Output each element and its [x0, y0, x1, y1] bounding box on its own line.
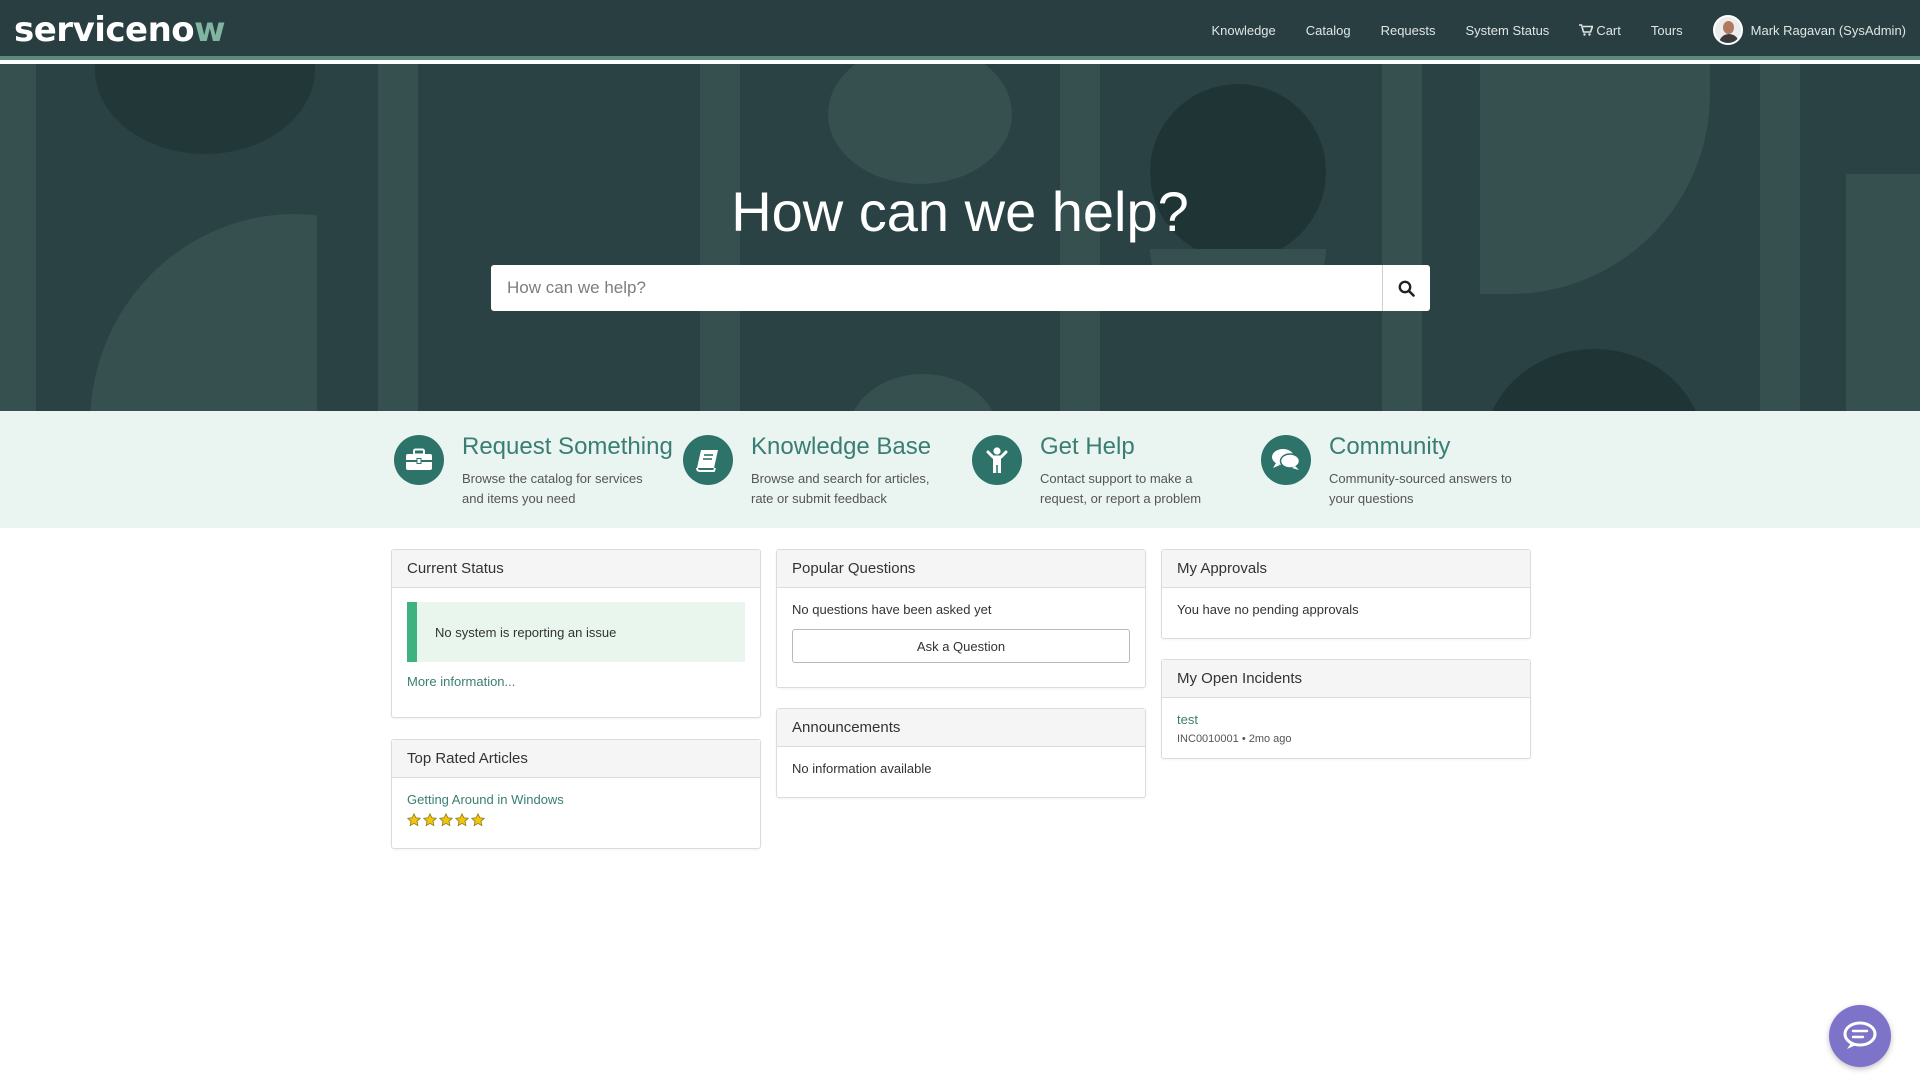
my-open-incidents-widget: My Open Incidents test INC0010001 • 2mo …: [1161, 659, 1531, 759]
quick-link-get-help[interactable]: Get Help Contact support to make a reque…: [972, 433, 1240, 509]
widget-title: My Open Incidents: [1162, 660, 1530, 698]
incident-link[interactable]: test: [1177, 712, 1198, 727]
incident-meta: INC0010001 • 2mo ago: [1177, 733, 1292, 745]
status-message: No system is reporting an issue: [435, 624, 617, 640]
top-navbar: servicenow Knowledge Catalog Requests Sy…: [0, 0, 1920, 60]
article-link[interactable]: Getting Around in Windows: [407, 792, 564, 807]
search-icon: [1398, 280, 1415, 297]
nav-requests[interactable]: Requests: [1381, 23, 1436, 38]
popular-questions-widget: Popular Questions No questions have been…: [776, 549, 1146, 688]
widget-title: Current Status: [392, 550, 760, 588]
current-status-widget: Current Status No system is reporting an…: [391, 549, 761, 718]
widget-title: Announcements: [777, 709, 1145, 747]
hero-title: How can we help?: [731, 180, 1189, 243]
quick-link-title: Community: [1329, 433, 1451, 460]
quick-link-community[interactable]: Community Community-sourced answers to y…: [1261, 433, 1529, 509]
hero-decoration: [95, 64, 315, 154]
briefcase-icon: [394, 435, 444, 485]
widget-title: Top Rated Articles: [392, 740, 760, 778]
star-icon: [439, 813, 453, 827]
nav-catalog[interactable]: Catalog: [1306, 23, 1351, 38]
search-button[interactable]: [1382, 265, 1430, 311]
nav-menu: Knowledge Catalog Requests System Status…: [1181, 0, 1906, 60]
star-icon: [455, 813, 469, 827]
quick-link-desc: Community-sourced answers to your questi…: [1329, 471, 1512, 506]
chat-bubble-icon: [1843, 1021, 1877, 1049]
nav-system-status[interactable]: System Status: [1466, 23, 1550, 38]
nav-cart-label: Cart: [1596, 22, 1621, 38]
cart-icon: [1579, 24, 1594, 36]
hero-decoration: [1484, 349, 1704, 411]
search-input[interactable]: [491, 265, 1382, 311]
quick-link-title: Request Something: [462, 433, 673, 460]
nav-knowledge[interactable]: Knowledge: [1211, 23, 1275, 38]
widget-title: My Approvals: [1162, 550, 1530, 588]
avatar: [1712, 15, 1743, 45]
quick-link-desc: Browse and search for articles, rate or …: [751, 471, 930, 506]
widget-title: Popular Questions: [777, 550, 1145, 588]
star-rating: [407, 813, 745, 827]
ask-a-question-button[interactable]: Ask a Question: [792, 629, 1130, 663]
empty-message: No information available: [792, 761, 932, 776]
quick-link-title: Knowledge Base: [751, 433, 932, 460]
book-icon: [683, 435, 733, 485]
quick-link-knowledge-base[interactable]: Knowledge Base Browse and search for art…: [683, 433, 951, 509]
chat-bubbles-icon: [1261, 435, 1311, 485]
top-rated-articles-widget: Top Rated Articles Getting Around in Win…: [391, 739, 761, 849]
nav-tours[interactable]: Tours: [1651, 23, 1683, 38]
empty-message: You have no pending approvals: [1177, 602, 1359, 617]
star-icon: [423, 813, 437, 827]
announcements-widget: Announcements No information available: [776, 708, 1146, 798]
more-information-link[interactable]: More information...: [407, 674, 515, 689]
empty-message: No questions have been asked yet: [792, 602, 992, 617]
servicenow-logo[interactable]: servicenow: [14, 10, 226, 50]
quick-link-desc: Contact support to make a request, or re…: [1040, 471, 1202, 506]
person-help-icon: [972, 435, 1022, 485]
star-icon: [471, 813, 485, 827]
quick-link-request-something[interactable]: Request Something Browse the catalog for…: [394, 433, 673, 509]
nav-cart[interactable]: Cart: [1579, 23, 1621, 38]
my-approvals-widget: My Approvals You have no pending approva…: [1161, 549, 1531, 639]
quick-link-title: Get Help: [1040, 433, 1135, 460]
user-name: Mark Ragavan (SysAdmin): [1750, 22, 1906, 38]
hero-decoration: [828, 64, 1012, 184]
star-icon: [407, 813, 421, 827]
status-alert: No system is reporting an issue: [407, 602, 745, 662]
quick-link-desc: Browse the catalog for services and item…: [462, 471, 643, 506]
search-bar: [491, 265, 1430, 311]
virtual-agent-chat-button[interactable]: [1829, 1005, 1891, 1067]
hero-decoration: [848, 374, 998, 411]
quick-links-band: Request Something Browse the catalog for…: [0, 411, 1920, 528]
user-menu[interactable]: Mark Ragavan (SysAdmin): [1712, 15, 1906, 45]
hero-banner: How can we help?: [0, 64, 1920, 411]
